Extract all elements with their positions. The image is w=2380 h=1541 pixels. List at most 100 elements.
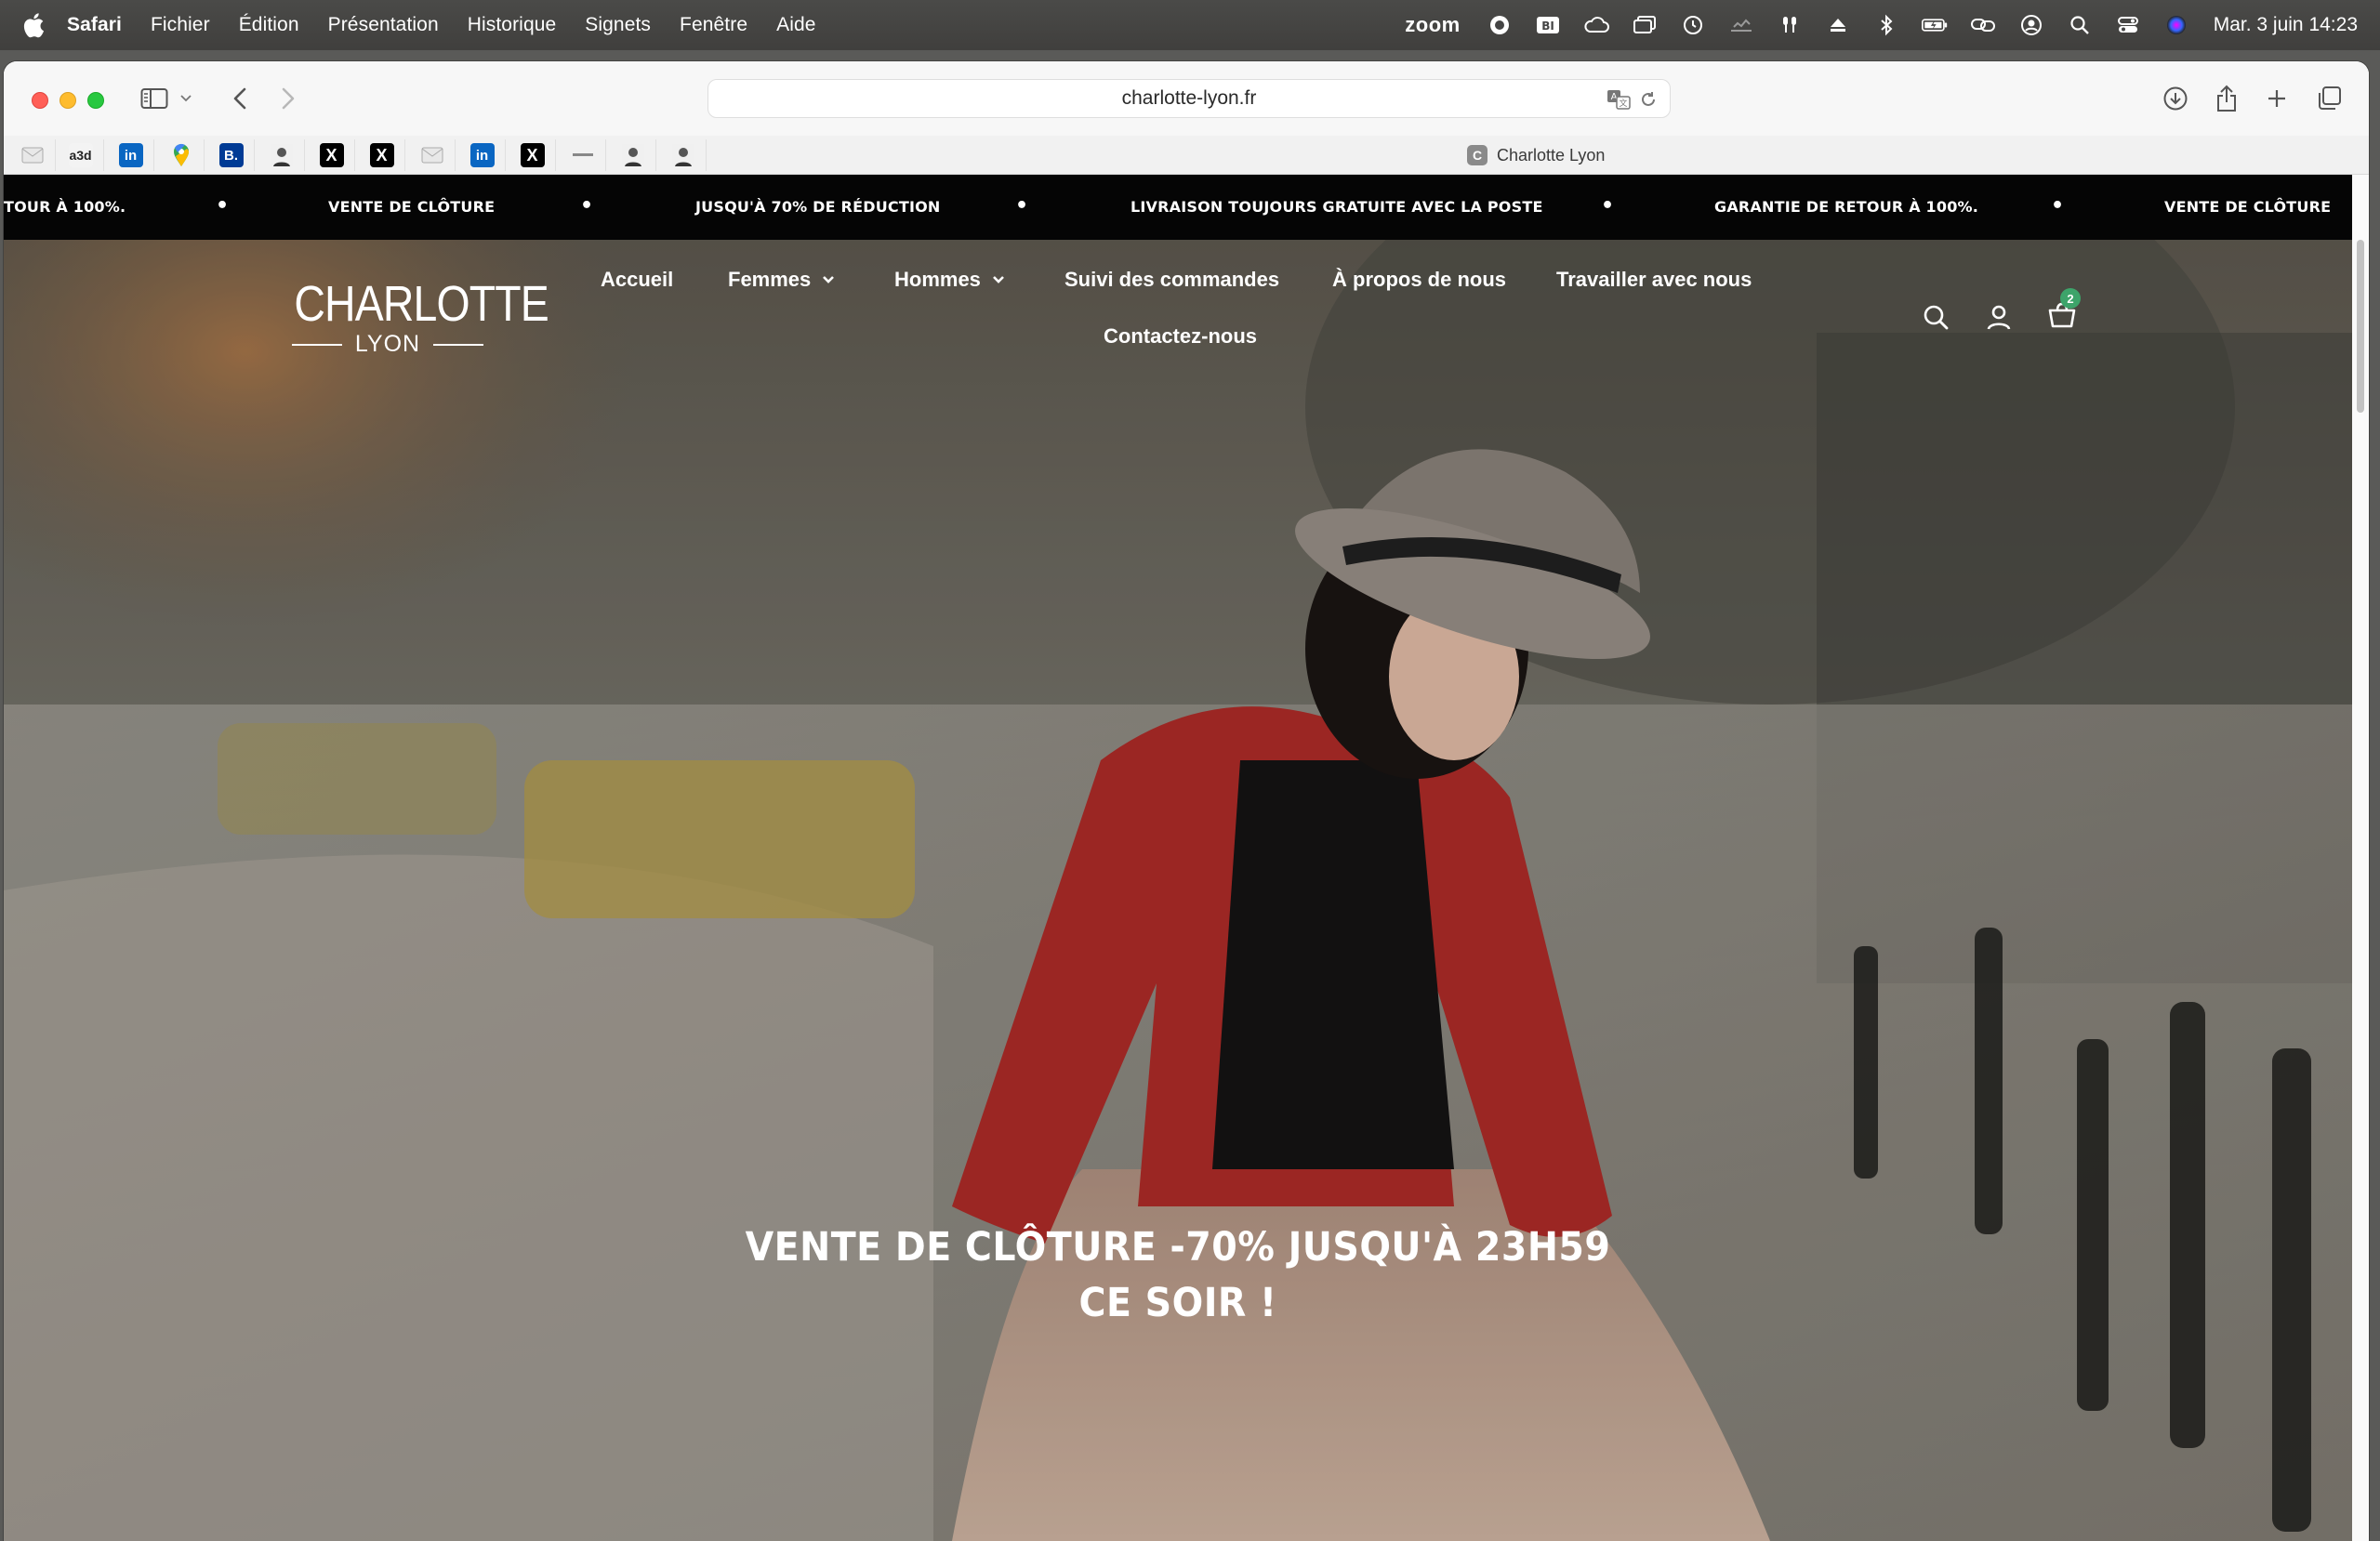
search-icon[interactable]	[1919, 300, 1952, 334]
announcement-bar: TOUR À 100%. • VENTE DE CLÔTURE • JUSQU'…	[4, 175, 2352, 240]
close-window-button[interactable]	[32, 92, 48, 109]
address-bar[interactable]: charlotte-lyon.fr A文	[707, 79, 1671, 118]
favorite-a3d[interactable]: a3d	[58, 139, 104, 171]
minimize-window-button[interactable]	[60, 92, 76, 109]
airpods-icon[interactable]	[1777, 12, 1803, 38]
dash-icon	[571, 143, 595, 167]
menu-edition[interactable]: Édition	[239, 14, 299, 36]
reload-icon[interactable]	[1636, 87, 1660, 112]
favorite-linkedin-1[interactable]: in	[108, 139, 154, 171]
nav-femmes[interactable]: Femmes	[728, 268, 835, 292]
nav-femmes-label: Femmes	[728, 268, 812, 291]
mail-icon	[420, 143, 444, 167]
menu-aide[interactable]: Aide	[776, 14, 815, 36]
linkedin-icon: in	[469, 143, 495, 167]
x-icon: X	[369, 143, 394, 167]
forward-button[interactable]	[270, 80, 307, 117]
maps-pin-icon	[169, 143, 193, 167]
zoom-status-item[interactable]: zoom	[1405, 13, 1460, 37]
window-stack-icon[interactable]	[1632, 12, 1658, 38]
favorite-linkedin-2[interactable]: in	[459, 139, 506, 171]
favorite-dash[interactable]	[560, 139, 606, 171]
menu-fenetre[interactable]: Fenêtre	[680, 14, 747, 36]
time-machine-icon[interactable]	[1680, 12, 1706, 38]
menu-signets[interactable]: Signets	[585, 14, 651, 36]
person-icon	[270, 143, 294, 167]
address-bar-url: charlotte-lyon.fr	[1121, 87, 1257, 109]
favorite-x-3[interactable]: X	[509, 139, 556, 171]
nav-hommes[interactable]: Hommes	[894, 268, 1005, 292]
favorite-mail-2[interactable]	[409, 139, 456, 171]
a3d-icon: a3d	[68, 143, 93, 167]
svg-text:文: 文	[1619, 98, 1627, 109]
activity-icon[interactable]	[1728, 12, 1754, 38]
share-icon[interactable]	[2208, 80, 2245, 117]
x-icon: X	[319, 143, 344, 167]
tab-title-label: Charlotte Lyon	[1497, 145, 1606, 165]
cloud-sync-icon[interactable]	[1583, 12, 1609, 38]
favorite-person-3[interactable]	[660, 139, 707, 171]
status-area: zoom BI Mar. 3 juin 14:23	[1405, 0, 2358, 50]
favorite-x-1[interactable]: X	[309, 139, 355, 171]
favorite-mail-1[interactable]	[9, 139, 56, 171]
back-button[interactable]	[221, 80, 258, 117]
cart-count-badge: 2	[2060, 288, 2081, 309]
favorite-booking[interactable]: B.	[208, 139, 255, 171]
bi-status-icon[interactable]: BI	[1535, 12, 1561, 38]
chevron-down-icon	[823, 276, 835, 283]
control-center-icon[interactable]	[2115, 12, 2141, 38]
hero-headline: VENTE DE CLÔTURE -70% JUSQU'À 23H59 CE S…	[707, 1219, 1648, 1331]
favorite-person-1[interactable]	[258, 139, 305, 171]
address-bar-actions: A文	[1601, 87, 1660, 112]
announcement-separator: •	[1601, 194, 1615, 217]
favorites-bar: a3d in B. X X in X	[4, 136, 2369, 175]
web-page: TOUR À 100%. • VENTE DE CLÔTURE • JUSQU'…	[4, 175, 2352, 1541]
menu-presentation[interactable]: Présentation	[328, 14, 439, 36]
downloads-icon[interactable]	[2157, 80, 2194, 117]
mail-icon	[20, 143, 45, 167]
page-scrollbar[interactable]	[2352, 175, 2369, 1541]
nav-travailler[interactable]: Travailler avec nous	[1556, 268, 1752, 292]
favorite-person-2[interactable]	[610, 139, 656, 171]
menu-fichier[interactable]: Fichier	[151, 14, 210, 36]
siri-icon[interactable]	[2163, 12, 2189, 38]
menu-clock[interactable]: Mar. 3 juin 14:23	[2214, 14, 2358, 36]
linkedin-icon: in	[118, 143, 143, 167]
sidebar-toggle-icon[interactable]	[136, 80, 173, 117]
announcement-separator: •	[2051, 194, 2065, 217]
battery-icon[interactable]	[1921, 12, 1948, 38]
eject-icon[interactable]	[1825, 12, 1851, 38]
new-tab-icon[interactable]	[2258, 80, 2295, 117]
favorite-maps[interactable]	[158, 139, 205, 171]
menu-historique[interactable]: Historique	[468, 14, 557, 36]
nav-a-propos[interactable]: À propos de nous	[1332, 268, 1506, 292]
sidebar-menu-chevron-icon[interactable]	[175, 80, 197, 117]
spotlight-search-icon[interactable]	[2067, 12, 2093, 38]
hero-banner: CHARLOTTE LYON Accueil Femmes Hommes Sui…	[4, 240, 2352, 1541]
account-icon[interactable]	[1982, 300, 2016, 334]
apple-icon[interactable]	[20, 11, 45, 39]
favorite-x-2[interactable]: X	[359, 139, 405, 171]
announcement-separator: •	[580, 194, 594, 217]
scrollbar-thumb[interactable]	[2357, 240, 2364, 413]
announcement-message: TOUR À 100%.	[4, 198, 126, 216]
active-tab[interactable]: C Charlotte Lyon	[1467, 143, 1605, 167]
translate-icon[interactable]: A文	[1606, 87, 1631, 112]
menu-safari[interactable]: Safari	[67, 14, 122, 36]
macos-menu-bar: Safari Fichier Édition Présentation Hist…	[0, 0, 2380, 50]
user-account-icon[interactable]	[2018, 12, 2044, 38]
window-controls	[32, 92, 115, 109]
announcement-message: GARANTIE DE RETOUR À 100%.	[1714, 198, 1979, 216]
link-icon[interactable]	[1970, 12, 1996, 38]
nav-accueil[interactable]: Accueil	[601, 268, 673, 292]
app-status-icon[interactable]	[1487, 12, 1513, 38]
tab-overview-icon[interactable]	[2310, 80, 2347, 117]
nav-suivi-commandes[interactable]: Suivi des commandes	[1064, 268, 1279, 292]
booking-icon: B.	[218, 143, 244, 167]
chevron-down-icon	[993, 276, 1004, 283]
x-icon: X	[520, 143, 545, 167]
bluetooth-icon[interactable]	[1873, 12, 1899, 38]
announcement-message: VENTE DE CLÔTURE	[328, 198, 496, 216]
nav-contact[interactable]: Contactez-nous	[1104, 324, 1257, 349]
zoom-window-button[interactable]	[87, 92, 104, 109]
